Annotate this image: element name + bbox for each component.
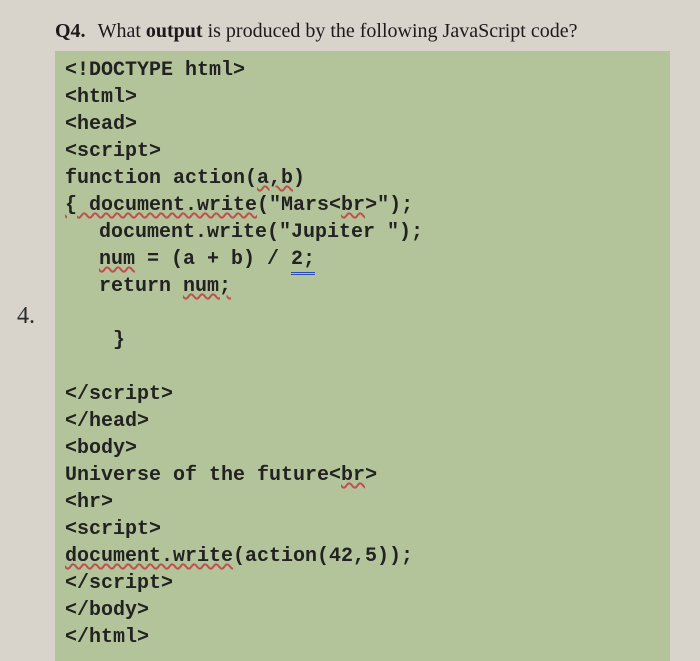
code-wavy: document.write: [65, 545, 233, 568]
code-line: <body>: [65, 435, 660, 462]
code-wavy: br: [341, 194, 365, 217]
code-text: ): [293, 167, 305, 190]
question-text-suffix: is produced by the following JavaScript …: [203, 20, 578, 42]
code-line: </script>: [65, 570, 660, 597]
code-line: <!DOCTYPE html>: [65, 57, 660, 84]
code-line: function action(a,b): [65, 165, 660, 192]
code-text: return: [99, 275, 183, 298]
code-text: >: [365, 464, 377, 487]
question-bold-word: output: [146, 20, 203, 42]
code-line: <script>: [65, 516, 660, 543]
code-line: <head>: [65, 111, 660, 138]
code-line: </head>: [65, 408, 660, 435]
question-header: Q4. What output is produced by the follow…: [0, 20, 700, 51]
code-line: </html>: [65, 624, 660, 651]
code-wavy: br: [341, 464, 365, 487]
question-text-prefix: What: [98, 20, 146, 42]
code-text: document.write("Jupiter ");: [99, 221, 423, 244]
code-line: Universe of the future<br>: [65, 462, 660, 489]
code-text: }: [113, 329, 125, 352]
code-wavy: { document.write: [65, 194, 257, 217]
code-text: Universe of the future<: [65, 464, 341, 487]
code-wavy: num: [99, 248, 135, 271]
code-line: document.write("Jupiter ");: [65, 219, 660, 246]
code-line: num = (a + b) / 2;: [65, 246, 660, 273]
code-text: >");: [365, 194, 413, 217]
code-line: </script>: [65, 381, 660, 408]
code-line: 4.}: [65, 300, 660, 381]
code-text: ("Mars<: [257, 194, 341, 217]
code-line: document.write(action(42,5));: [65, 543, 660, 570]
code-text: (action(42,5));: [233, 545, 413, 568]
code-line: return num;: [65, 273, 660, 300]
margin-number: 4.: [17, 300, 35, 332]
code-line: <script>: [65, 138, 660, 165]
code-wavy: a,b: [257, 167, 293, 190]
code-line: </body>: [65, 597, 660, 624]
code-wavy: num;: [183, 275, 231, 298]
code-underlined: 2;: [291, 248, 315, 275]
question-number: Q4.: [55, 20, 86, 42]
code-block: <!DOCTYPE html> <html> <head> <script> f…: [55, 51, 670, 661]
code-text: = (a + b) /: [135, 248, 291, 271]
code-text: function action(: [65, 167, 257, 190]
code-line: <hr>: [65, 489, 660, 516]
code-line: { document.write("Mars<br>");: [65, 192, 660, 219]
code-line: <html>: [65, 84, 660, 111]
